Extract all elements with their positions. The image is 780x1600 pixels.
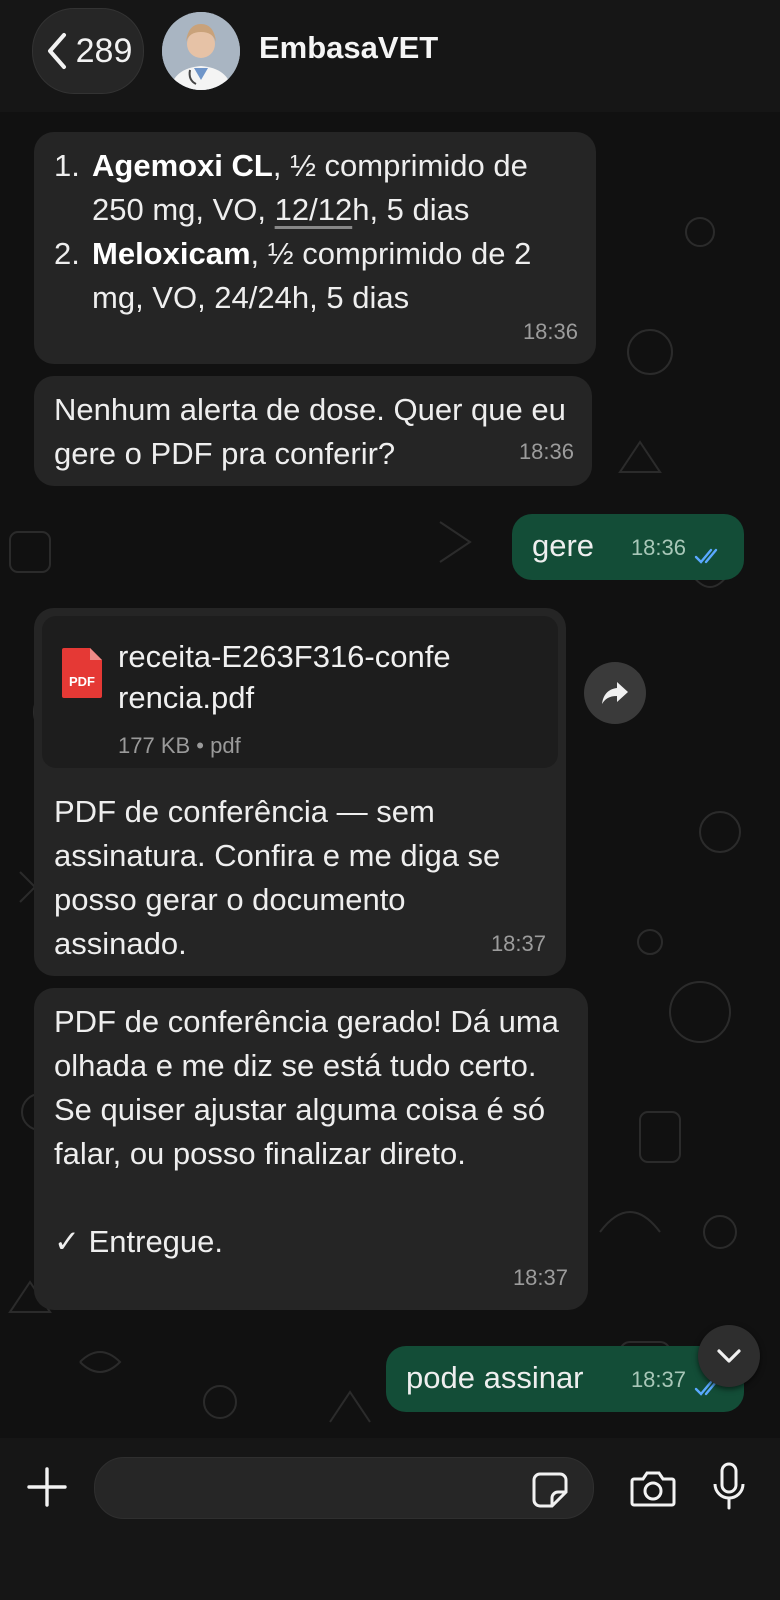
message-time: 18:36: [522, 319, 578, 344]
contact-name[interactable]: EmbasaVET: [259, 30, 438, 66]
pdf-file-icon: PDF: [62, 648, 102, 698]
file-meta: 177 KB • pdf: [118, 733, 241, 758]
message-bubble-pdf[interactable]: PDF receita-E263F316-conferencia.pdf 177…: [34, 608, 566, 976]
message-time: 18:37: [490, 931, 546, 956]
scroll-to-bottom-button[interactable]: [698, 1325, 760, 1387]
list-item: 1. Agemoxi CL, ½ comprimido de 250 mg, VO…: [54, 148, 528, 227]
message-time: 18:37: [512, 1265, 568, 1290]
avatar[interactable]: [162, 12, 240, 90]
chevron-left-icon: [47, 33, 66, 69]
message-time: 18:36: [518, 439, 574, 464]
message-text: PDF de conferência — sem assinatura. Con…: [54, 794, 501, 961]
message-time: 18:36: [630, 535, 686, 560]
message-bubble-medications[interactable]: 1. Agemoxi CL, ½ comprimido de 250 mg, VO…: [34, 132, 596, 364]
camera-icon[interactable]: [630, 1470, 676, 1508]
message-text: PDF de conferência gerado! Dá uma olhada…: [54, 1004, 559, 1171]
message-bubble-outgoing[interactable]: pode assinar 18:37: [386, 1346, 744, 1412]
message-text: Nenhum alerta de dose. Quer que eu gere …: [54, 392, 566, 471]
forward-button[interactable]: [584, 662, 646, 724]
message-time: 18:37: [630, 1367, 686, 1392]
message-bubble-dose-alert[interactable]: Nenhum alerta de dose. Quer que eu gere …: [34, 376, 592, 486]
pdf-attachment[interactable]: PDF receita-E263F316-conferencia.pdf 177…: [42, 616, 558, 768]
link-frequency[interactable]: 12/12: [275, 192, 353, 227]
unread-count: 289: [75, 31, 133, 70]
message-bubble-confirmation[interactable]: PDF de conferência gerado! Dá uma olhada…: [34, 988, 588, 1310]
list-item: 2. Meloxicam, ½ comprimido de 2 mg, VO, 2…: [54, 236, 532, 315]
sticker-icon[interactable]: [532, 1472, 568, 1508]
back-button[interactable]: 289: [32, 8, 144, 94]
read-receipt-icon: [694, 548, 718, 564]
microphone-icon[interactable]: [712, 1462, 746, 1512]
chevron-down-icon: [717, 1349, 741, 1363]
delivered-status: ✓ Entregue.: [54, 1224, 224, 1259]
svg-text:PDF: PDF: [69, 674, 95, 689]
composer-bar: [0, 1438, 780, 1600]
chat-header: 289 EmbasaVET: [0, 0, 780, 112]
doctor-avatar-image: [162, 12, 240, 90]
message-input[interactable]: [94, 1457, 594, 1519]
medication-list: 1. Agemoxi CL, ½ comprimido de 250 mg, VO…: [54, 144, 576, 320]
message-bubble-outgoing[interactable]: gere 18:36: [512, 514, 744, 580]
file-name: receita-E263F316-conferencia.pdf: [118, 639, 451, 715]
plus-icon[interactable]: [26, 1466, 68, 1508]
forward-icon: [602, 682, 628, 704]
